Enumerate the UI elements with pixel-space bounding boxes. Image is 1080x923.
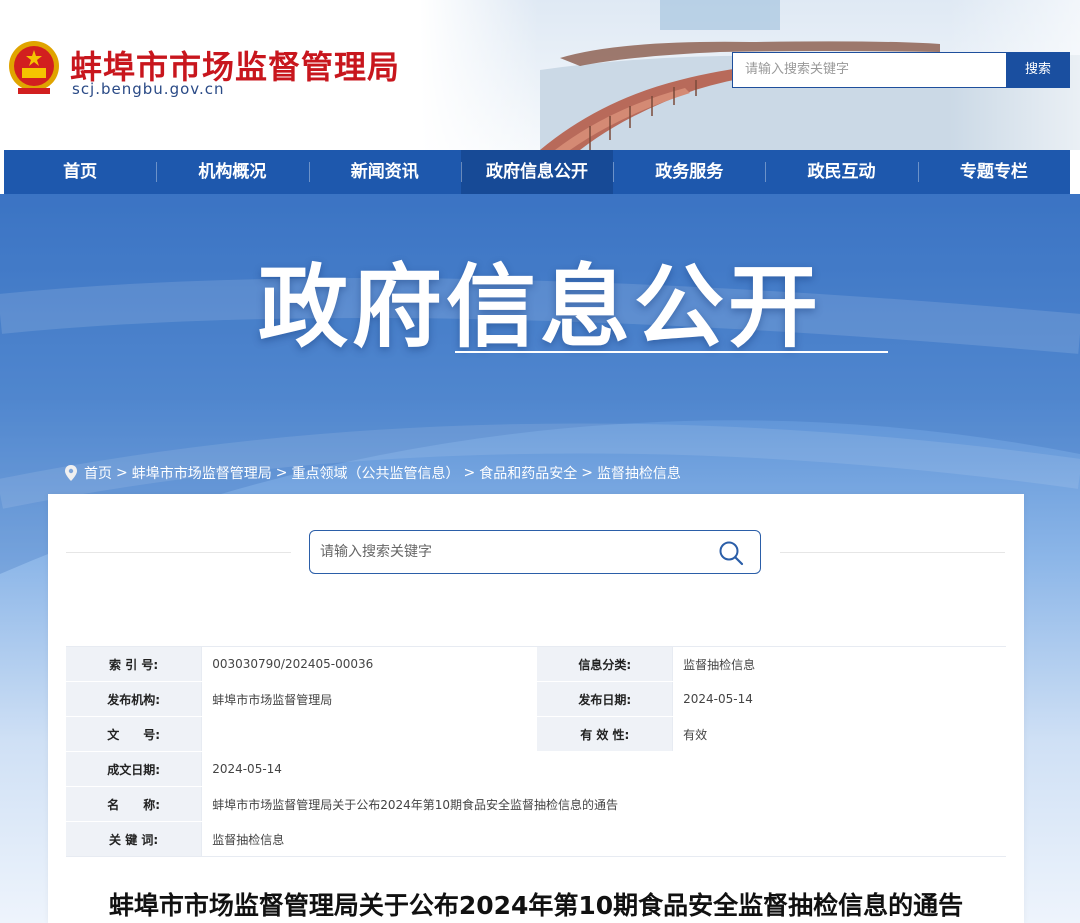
breadcrumb-bureau[interactable]: 蚌埠市市场监督管理局: [132, 463, 272, 483]
nav-item-home[interactable]: 首页: [4, 150, 156, 194]
label-createdate: 成文日期:: [66, 751, 202, 787]
label-category: 信息分类:: [537, 646, 673, 682]
main-nav: 首页 机构概况 新闻资讯 政府信息公开 政务服务 政民互动 专题专栏: [4, 150, 1070, 194]
label-validity: 有 效 性:: [537, 716, 673, 752]
breadcrumb-separator: >: [116, 465, 128, 481]
nav-item-topics[interactable]: 专题专栏: [917, 150, 1070, 194]
site-domain: scj.bengbu.gov.cn: [72, 80, 225, 98]
value-pubdate: 2024-05-14: [672, 681, 1006, 717]
breadcrumb: 首页 > 蚌埠市市场监督管理局 > 重点领域（公共监管信息） > 食品和药品安全…: [64, 463, 685, 483]
breadcrumb-separator: >: [581, 465, 593, 481]
label-docno: 文 号:: [66, 716, 202, 752]
content-search-box[interactable]: 请输入搜索关键字: [309, 530, 761, 574]
content-search-input[interactable]: 请输入搜索关键字: [320, 531, 432, 573]
table-row: 关 键 词: 监督抽检信息: [66, 821, 1006, 857]
label-org: 发布机构:: [66, 681, 202, 717]
national-emblem-icon: [9, 41, 59, 94]
search-icon[interactable]: [718, 540, 744, 566]
content-card: 请输入搜索关键字 索 引 号: 003030790/202405-00036 信…: [48, 494, 1024, 923]
nav-item-gov-info[interactable]: 政府信息公开: [460, 150, 614, 194]
table-row: 发布机构: 蚌埠市市场监督管理局 发布日期: 2024-05-14: [66, 681, 1006, 717]
banner-underline: [455, 351, 888, 353]
nav-item-news[interactable]: 新闻资讯: [308, 150, 461, 194]
value-org: 蚌埠市市场监督管理局: [201, 681, 538, 717]
table-row: 名 称: 蚌埠市市场监督管理局关于公布2024年第10期食品安全监督抽检信息的通…: [66, 786, 1006, 822]
header-search-input[interactable]: 请输入搜索关键字: [732, 52, 1006, 88]
table-row: 索 引 号: 003030790/202405-00036 信息分类: 监督抽检…: [66, 646, 1006, 682]
value-category: 监督抽检信息: [672, 646, 1006, 682]
header-search-button[interactable]: 搜索: [1006, 52, 1070, 88]
value-name: 蚌埠市市场监督管理局关于公布2024年第10期食品安全监督抽检信息的通告: [201, 786, 1006, 822]
breadcrumb-key-areas[interactable]: 重点领域（公共监管信息）: [291, 463, 459, 483]
article-title: 蚌埠市市场监督管理局关于公布2024年第10期食品安全监督抽检信息的通告: [108, 891, 964, 920]
banner-title: 政府信息公开: [258, 255, 822, 360]
nav-item-organization[interactable]: 机构概况: [156, 150, 308, 194]
table-row: 文 号: 有 效 性: 有效: [66, 716, 1006, 752]
header-search: 请输入搜索关键字 搜索: [732, 52, 1070, 88]
value-createdate: 2024-05-14: [201, 751, 1006, 787]
nav-item-services[interactable]: 政务服务: [613, 150, 765, 194]
label-name: 名 称:: [66, 786, 202, 822]
breadcrumb-home[interactable]: 首页: [84, 463, 112, 483]
info-table: 索 引 号: 003030790/202405-00036 信息分类: 监督抽检…: [66, 646, 1006, 857]
label-index: 索 引 号:: [66, 646, 202, 682]
divider: [66, 552, 291, 553]
value-validity: 有效: [672, 716, 1006, 752]
divider: [780, 552, 1005, 553]
site-header: 蚌埠市市场监督管理局 scj.bengbu.gov.cn 请输入搜索关键字 搜索: [0, 0, 1080, 150]
location-pin-icon: [65, 465, 77, 481]
nav-item-interaction[interactable]: 政民互动: [765, 150, 917, 194]
breadcrumb-separator: >: [275, 465, 288, 481]
value-docno: [201, 716, 538, 752]
value-keywords: 监督抽检信息: [201, 821, 1006, 857]
breadcrumb-separator: >: [463, 465, 476, 481]
label-keywords: 关 键 词:: [66, 821, 202, 857]
value-index: 003030790/202405-00036: [201, 646, 538, 682]
breadcrumb-inspection[interactable]: 监督抽检信息: [597, 463, 681, 483]
table-row: 成文日期: 2024-05-14: [66, 751, 1006, 787]
breadcrumb-food-drug[interactable]: 食品和药品安全: [479, 463, 577, 483]
label-pubdate: 发布日期:: [537, 681, 673, 717]
